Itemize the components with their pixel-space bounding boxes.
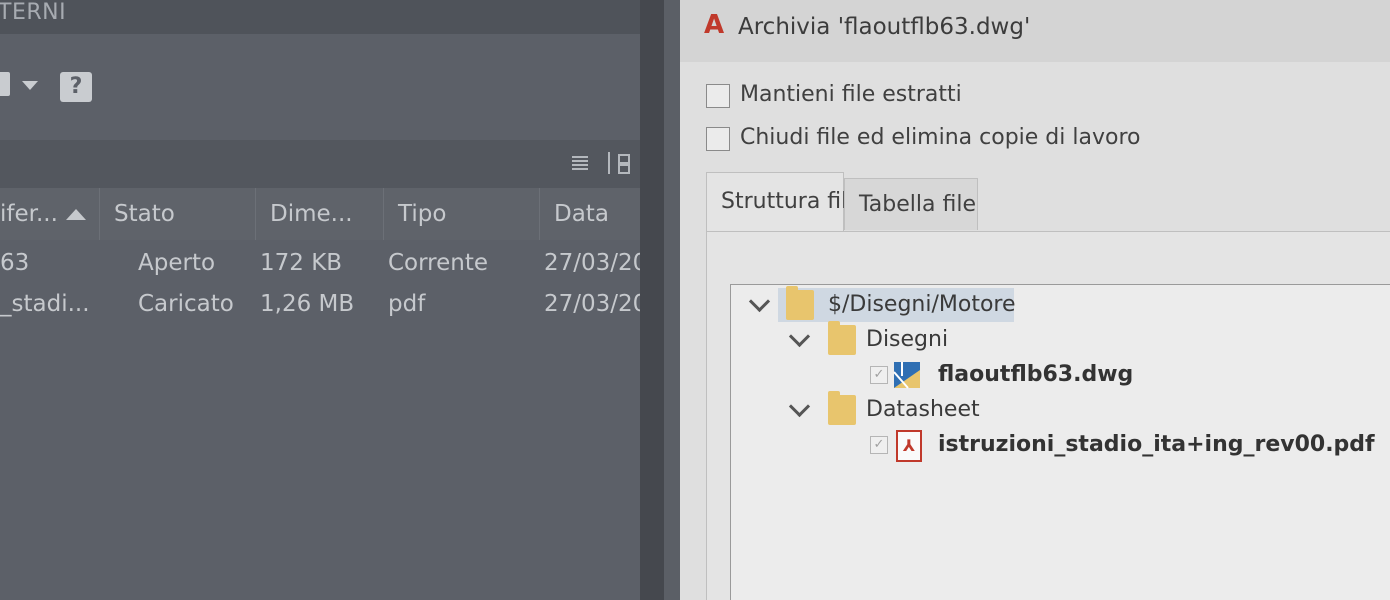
pdf-file-icon: ⅄ bbox=[896, 430, 922, 462]
cell-dimensione: 1,26 MB bbox=[260, 291, 355, 317]
tree-node-folder-datasheet[interactable]: Datasheet bbox=[788, 391, 988, 427]
panel-title: TERNI bbox=[0, 0, 67, 25]
tree-node-label: Disegni bbox=[866, 327, 949, 352]
tree-node-folder-disegni[interactable]: Disegni bbox=[788, 321, 988, 357]
app-logo-icon: A bbox=[704, 10, 725, 40]
cell-dimensione: 172 KB bbox=[260, 250, 343, 276]
cell-tipo: pdf bbox=[388, 291, 426, 317]
dialog-titlebar: A Archivia 'flaoutflb63.dwg' bbox=[680, 0, 1390, 62]
dialog-title: Archivia 'flaoutflb63.dwg' bbox=[738, 14, 1031, 40]
tree-node-label: Datasheet bbox=[866, 397, 980, 422]
dwg-file-icon bbox=[893, 362, 920, 389]
cell-stato: Aperto bbox=[138, 250, 216, 276]
sort-ascending-icon bbox=[65, 209, 86, 220]
table-row[interactable]: 63 Aperto 172 KB Corrente 27/03/20 bbox=[0, 243, 640, 283]
cell-name: _stadi... bbox=[0, 291, 90, 317]
help-icon[interactable]: ? bbox=[60, 72, 92, 102]
file-checkbox[interactable]: ✓ bbox=[870, 436, 888, 454]
folder-icon bbox=[828, 391, 856, 425]
keep-checked-out-checkbox[interactable] bbox=[706, 84, 730, 108]
column-header-label: Data bbox=[554, 201, 609, 227]
chevron-down-icon[interactable] bbox=[788, 325, 811, 348]
folder-icon bbox=[828, 321, 856, 355]
tab-struttura-file[interactable]: Struttura file bbox=[706, 172, 861, 232]
cell-tipo: Corrente bbox=[388, 250, 489, 276]
tree-node-label: flaoutflb63.dwg bbox=[938, 362, 1134, 387]
tab-bar: Struttura file Tabella file bbox=[706, 172, 1390, 232]
column-header-data[interactable]: Data bbox=[540, 188, 640, 240]
close-files-checkbox[interactable] bbox=[706, 127, 730, 151]
tree-node-file-pdf[interactable]: ✓ ⅄ istruzioni_stadio_ita+ing_rev00.pdf bbox=[870, 428, 1390, 462]
home-icon[interactable] bbox=[0, 72, 10, 96]
column-header-label: ifer... bbox=[0, 201, 58, 227]
panel-toolbar: ? bbox=[0, 64, 200, 108]
tree-node-label: istruzioni_stadio_ita+ing_rev00.pdf bbox=[938, 432, 1375, 457]
table-row[interactable]: _stadi... Caricato 1,26 MB pdf 27/03/20 bbox=[0, 284, 640, 324]
tree-node-file-dwg[interactable]: ✓ flaoutflb63.dwg bbox=[870, 358, 1170, 392]
option-label: Chiudi file ed elimina copie di lavoro bbox=[740, 125, 1141, 150]
column-header-tipo[interactable]: Tipo bbox=[384, 188, 540, 240]
chevron-down-icon[interactable] bbox=[748, 290, 771, 313]
column-header-dimensione[interactable]: Dime... bbox=[256, 188, 384, 240]
column-header-label: Stato bbox=[114, 201, 175, 227]
tree-view-icon[interactable] bbox=[608, 152, 632, 174]
column-headers: ifer... Stato Dime... Tipo Data bbox=[0, 188, 640, 240]
panel-titlebar: TERNI bbox=[0, 0, 664, 34]
column-header-label: Dime... bbox=[270, 201, 353, 227]
tree-node-root[interactable]: $/Disegni/Motore bbox=[748, 286, 1028, 322]
folder-icon bbox=[786, 286, 814, 320]
option-label: Mantieni file estratti bbox=[740, 82, 962, 107]
tree-node-label: $/Disegni/Motore bbox=[828, 292, 1016, 317]
file-checkbox[interactable]: ✓ bbox=[870, 366, 888, 384]
panel-divider[interactable] bbox=[640, 0, 664, 600]
cell-data: 27/03/20 bbox=[544, 250, 640, 276]
column-header-name[interactable]: ifer... bbox=[0, 188, 100, 240]
column-header-stato[interactable]: Stato bbox=[100, 188, 256, 240]
chevron-down-icon[interactable] bbox=[788, 395, 811, 418]
tab-tabella-file[interactable]: Tabella file bbox=[844, 178, 978, 230]
cell-data: 27/03/20 bbox=[544, 291, 640, 317]
list-header-bar bbox=[0, 140, 640, 188]
chevron-down-icon[interactable] bbox=[22, 81, 38, 90]
list-view-icon[interactable] bbox=[572, 154, 588, 170]
cell-stato: Caricato bbox=[138, 291, 234, 317]
column-header-label: Tipo bbox=[398, 201, 447, 227]
cell-name: 63 bbox=[0, 250, 30, 276]
file-list-panel: TERNI ? ifer... Stato Dime... Tipo Data … bbox=[0, 0, 664, 600]
